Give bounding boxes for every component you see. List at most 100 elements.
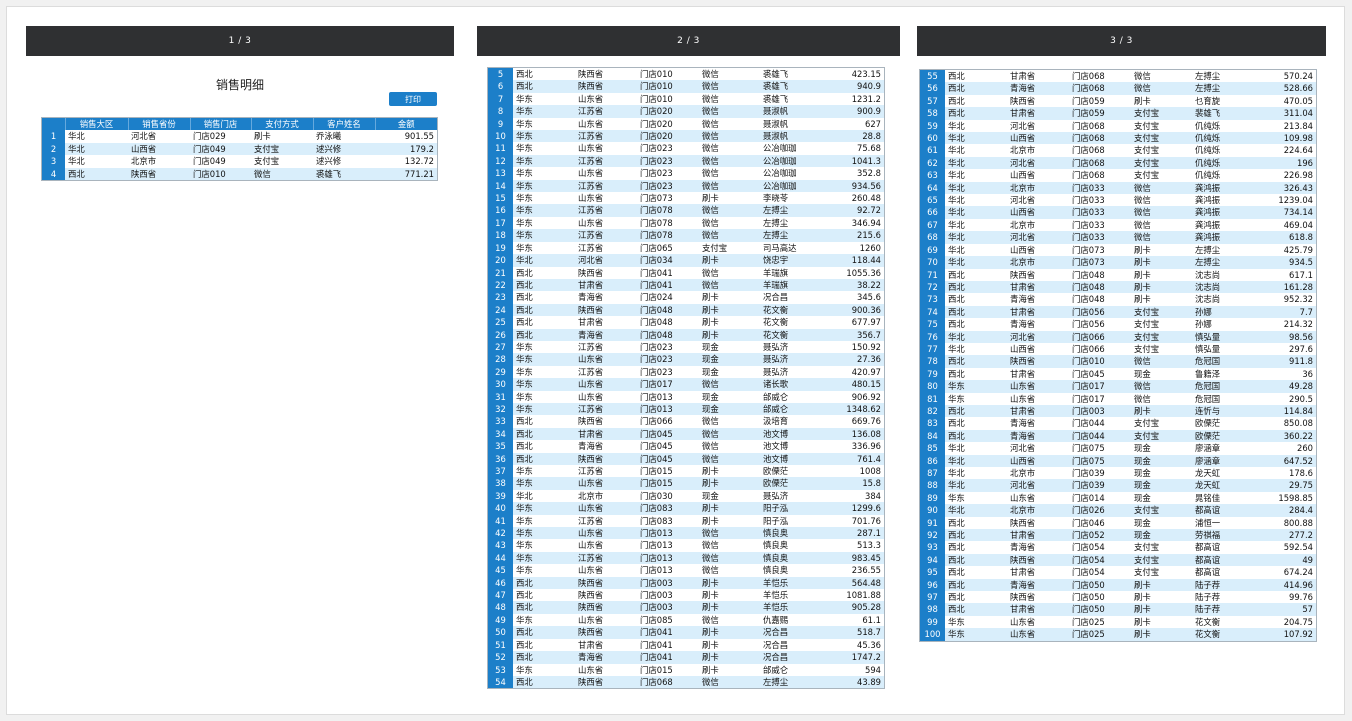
payment-method-cell: 微信 [1131,70,1192,83]
customer-name-cell: 饶忠宇 [760,254,822,267]
row-number-cell: 54 [488,675,513,689]
sales-province-cell: 甘肃省 [575,638,637,652]
sales-province-cell: 山西省 [1007,169,1069,182]
sales-store-cell: 门店068 [1069,169,1131,182]
sales-region-cell: 华北 [945,256,1007,269]
sales-province-cell: 青海省 [1007,541,1069,554]
sales-store-cell: 门店054 [1069,541,1131,554]
row-number-cell: 52 [488,651,513,664]
sales-store-cell: 门店023 [637,142,699,155]
row-number-cell: 41 [488,514,513,528]
row-number-cell: 95 [920,566,945,579]
table-row: 31 华东 山东省 门店013 现金 邰威仑 906.92 [488,390,884,403]
row-number-cell: 9 [488,117,513,131]
customer-name-cell: 逑兴修 [313,142,375,156]
sales-region-cell: 华北 [65,130,128,143]
payment-method-cell: 支付宝 [1131,330,1192,343]
column-header: 销售省份 [127,118,190,131]
payment-method-cell: 刷卡 [1131,603,1192,616]
amount-cell: 213.84 [1254,119,1316,133]
amount-cell: 480.15 [822,378,884,391]
customer-name-cell: 欧傈茫 [1192,429,1254,443]
sales-province-cell: 甘肃省 [1007,280,1069,294]
sales-province-cell: 河北省 [575,254,637,267]
sales-store-cell: 门店033 [1069,194,1131,207]
customer-name-cell: 池文博 [760,440,822,453]
print-button[interactable]: 打印 [389,92,437,106]
table-row: 76 华北 河北省 门店066 支付宝 慎弘量 98.56 [920,330,1316,343]
amount-cell: 425.79 [1254,243,1316,257]
sales-region-cell: 华北 [945,181,1007,195]
sales-province-cell: 山东省 [575,192,637,205]
customer-name-cell: 陆子荐 [1192,578,1254,592]
sales-store-cell: 门店078 [637,216,699,230]
customer-name-cell: 裴雄飞 [1192,107,1254,120]
row-number-cell: 85 [920,442,945,455]
payment-method-cell: 支付宝 [1131,305,1192,319]
sales-store-cell: 门店010 [637,92,699,106]
amount-cell: 178.6 [1254,467,1316,480]
sales-region-cell: 西北 [513,316,575,329]
customer-name-cell: 羊瑞旗 [760,278,822,292]
sales-province-cell: 河北省 [1007,479,1069,492]
sales-province-cell: 河北省 [128,130,190,143]
sales-province-cell: 山东省 [575,216,637,230]
sales-region-cell: 华北 [945,330,1007,343]
table-row: 27 华东 江苏省 门店023 现金 聂弘济 150.92 [488,340,884,354]
row-number-cell: 16 [488,204,513,217]
sales-region-cell: 西北 [513,278,575,292]
amount-cell: 901.55 [375,130,437,143]
table-row: 77 华北 山西省 门店066 支付宝 慎弘量 297.6 [920,342,1316,356]
sales-region-cell: 西北 [945,516,1007,530]
sales-province-cell: 陕西省 [575,303,637,317]
sales-region-cell: 西北 [513,68,575,81]
amount-cell: 934.5 [1254,256,1316,269]
payment-method-cell: 微信 [1131,231,1192,244]
sales-region-cell: 华北 [945,342,1007,356]
row-number-cell: 38 [488,477,513,490]
sales-store-cell: 门店041 [637,278,699,292]
sales-region-cell: 华东 [513,663,575,676]
row-number-cell: 22 [488,278,513,292]
sales-region-cell: 西北 [513,303,575,317]
sales-region-cell: 华东 [513,613,575,627]
row-number-cell: 91 [920,516,945,530]
sales-store-cell: 门店010 [637,68,699,81]
table-row: 34 西北 甘肃省 门店045 微信 池文博 136.08 [488,427,884,441]
table-row: 40 华东 山东省 门店083 刷卡 阳子泓 1299.6 [488,502,884,515]
payment-method-cell: 支付宝 [1131,417,1192,430]
row-number-cell: 59 [920,119,945,133]
customer-name-cell: 慎弘量 [1192,342,1254,356]
amount-cell: 352.8 [822,167,884,180]
customer-name-cell: 廖涵章 [1192,454,1254,467]
sales-store-cell: 门店010 [637,80,699,93]
customer-name-cell: 羊恺乐 [760,601,822,614]
row-number-cell: 62 [920,156,945,170]
sales-region-cell: 西北 [513,589,575,602]
sales-province-cell: 青海省 [1007,82,1069,95]
payment-method-cell: 现金 [699,390,760,403]
table-row: 72 西北 甘肃省 门店048 刷卡 沈志尚 161.28 [920,280,1316,294]
row-number-cell: 93 [920,541,945,554]
table-row: 97 西北 陕西省 门店050 刷卡 陆子荐 99.76 [920,591,1316,604]
sales-region-cell: 华东 [513,117,575,131]
table-header-row: 销售大区 销售省份 销售门店 支付方式 客户姓名 金额 [42,118,437,131]
customer-name-cell: 花文衡 [760,316,822,329]
customer-name-cell: 乔泳曦 [313,130,375,143]
amount-cell: 179.2 [375,142,437,156]
sales-store-cell: 门店015 [637,477,699,490]
row-number-cell: 44 [488,551,513,565]
amount-cell: 900.36 [822,303,884,317]
sales-province-cell: 甘肃省 [1007,107,1069,120]
sales-region-cell: 华北 [945,504,1007,517]
amount-cell: 36 [1254,367,1316,381]
sales-province-cell: 陕西省 [1007,268,1069,281]
row-number-cell: 67 [920,218,945,232]
payment-method-cell: 现金 [699,365,760,379]
row-number-cell: 19 [488,241,513,255]
sales-province-cell: 山东省 [575,378,637,391]
amount-cell: 669.76 [822,415,884,428]
amount-cell: 618.8 [1254,231,1316,244]
sales-region-cell: 西北 [945,603,1007,616]
payment-method-cell: 刷卡 [699,651,760,664]
